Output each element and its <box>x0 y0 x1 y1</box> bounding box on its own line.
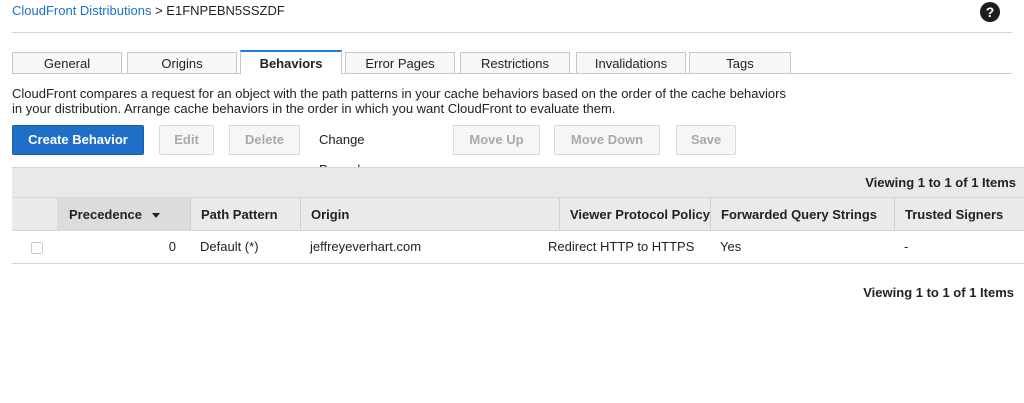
help-icon[interactable]: ? <box>980 2 1000 22</box>
cell-trusted-signers: - <box>904 239 909 254</box>
cell-viewer-protocol-policy: Redirect HTTP to HTTPS <box>548 239 695 254</box>
column-header-forwarded-query-strings[interactable]: Forwarded Query Strings <box>710 198 894 231</box>
cell-path-pattern: Default (*) <box>200 239 259 254</box>
tab-restrictions[interactable]: Restrictions <box>460 52 570 73</box>
behaviors-table: Viewing 1 to 1 of 1 Items Precedence Pat… <box>12 167 1024 264</box>
column-header-trusted-signers[interactable]: Trusted Signers <box>894 198 1024 231</box>
column-header-precedence[interactable]: Precedence <box>57 198 190 231</box>
viewing-count-top: Viewing 1 to 1 of 1 Items <box>12 167 1024 197</box>
breadcrumb-current: E1FNPEBN5SSZDF <box>166 3 285 18</box>
tab-error-pages[interactable]: Error Pages <box>345 52 455 73</box>
delete-button[interactable]: Delete <box>229 125 300 155</box>
move-down-button[interactable]: Move Down <box>554 125 660 155</box>
tab-bar: General Origins Behaviors Error Pages Re… <box>12 50 1012 74</box>
edit-button[interactable]: Edit <box>159 125 214 155</box>
breadcrumb-separator: > <box>155 3 163 18</box>
behaviors-description: CloudFront compares a request for an obj… <box>12 86 786 116</box>
create-behavior-button[interactable]: Create Behavior <box>12 125 144 155</box>
tab-general[interactable]: General <box>12 52 122 73</box>
column-header-path-pattern[interactable]: Path Pattern <box>190 198 300 231</box>
move-up-button[interactable]: Move Up <box>453 125 540 155</box>
select-column-header <box>12 198 57 231</box>
breadcrumb-parent-link[interactable]: CloudFront Distributions <box>12 3 151 18</box>
column-header-origin[interactable]: Origin <box>300 198 559 231</box>
header-divider <box>12 32 1012 33</box>
breadcrumb: CloudFront Distributions > E1FNPEBN5SSZD… <box>12 2 285 20</box>
viewing-count-bottom: Viewing 1 to 1 of 1 Items <box>863 285 1014 300</box>
tab-origins[interactable]: Origins <box>127 52 237 73</box>
cell-forwarded-query-strings: Yes <box>720 239 742 254</box>
tab-tags[interactable]: Tags <box>689 52 791 73</box>
column-header-viewer-protocol-policy[interactable]: Viewer Protocol Policy <box>559 198 710 231</box>
tab-invalidations[interactable]: Invalidations <box>576 52 686 73</box>
sort-desc-icon <box>152 213 160 219</box>
row-checkbox[interactable] <box>31 242 43 254</box>
cell-origin: jeffreyeverhart.com <box>310 239 422 254</box>
cell-precedence: 0 <box>168 239 176 254</box>
table-row[interactable]: 0 Default (*) jeffreyeverhart.com Redire… <box>12 231 1024 264</box>
save-button[interactable]: Save <box>676 125 736 155</box>
tab-behaviors[interactable]: Behaviors <box>240 50 342 74</box>
table-header: Precedence Path Pattern Origin Viewer Pr… <box>12 197 1024 231</box>
column-header-precedence-label: Precedence <box>69 207 142 222</box>
